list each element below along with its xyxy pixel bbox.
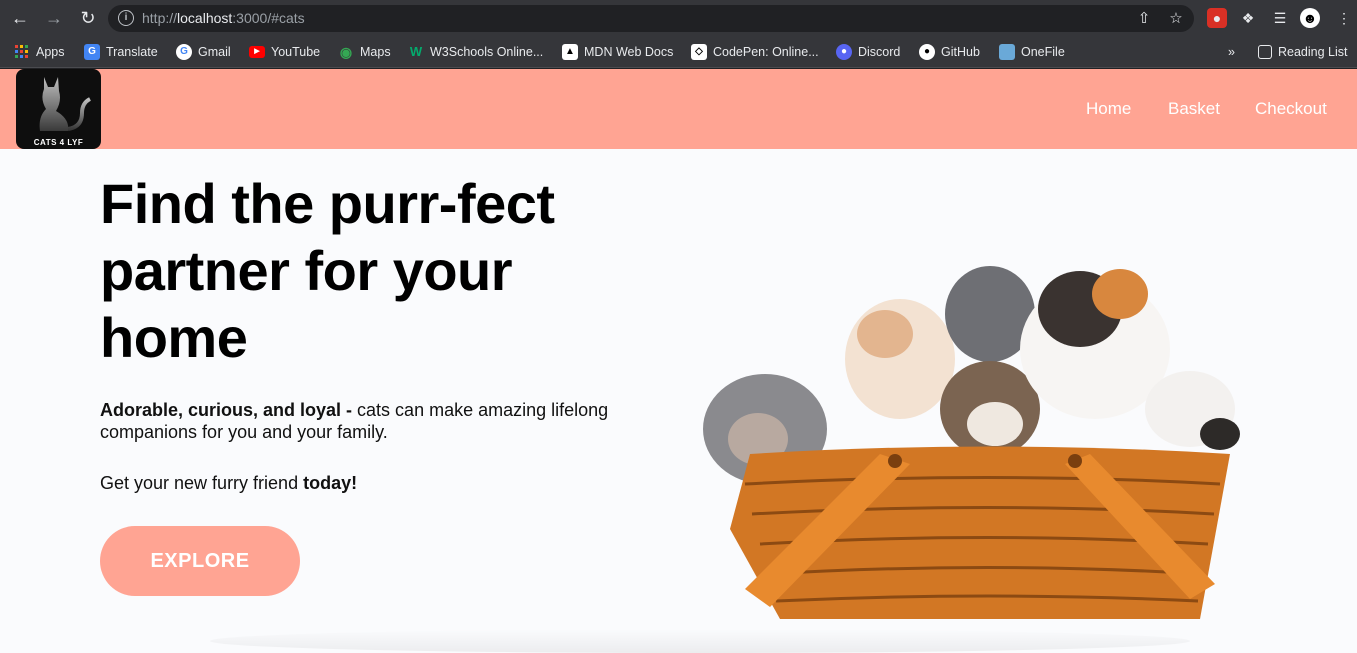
bookmark-label: Gmail bbox=[198, 45, 231, 59]
bookmark-label: CodePen: Online... bbox=[713, 45, 819, 59]
bookmark-gmail[interactable]: G Gmail bbox=[176, 42, 231, 62]
url-path: :3000/#cats bbox=[232, 10, 305, 26]
back-arrow-icon[interactable]: ← bbox=[8, 6, 32, 30]
address-bar[interactable]: i http://localhost:3000/#cats ⇧ ☆ bbox=[108, 5, 1194, 32]
hero-cta-text: Get your new furry friend today! bbox=[100, 473, 357, 494]
reading-list-label: Reading List bbox=[1278, 45, 1348, 59]
nav-home-link[interactable]: Home bbox=[1086, 99, 1131, 119]
url-scheme: http:// bbox=[142, 10, 178, 26]
bookmark-star-icon[interactable]: ☆ bbox=[1166, 9, 1186, 29]
bookmark-apps[interactable]: Apps bbox=[14, 42, 65, 62]
bookmark-codepen[interactable]: ◇ CodePen: Online... bbox=[691, 42, 819, 62]
bookmark-w3schools[interactable]: W W3Schools Online... bbox=[408, 42, 543, 62]
mdn-icon: ▲ bbox=[562, 44, 578, 60]
bookmark-youtube[interactable]: ▶ YouTube bbox=[249, 42, 320, 62]
translate-icon: G bbox=[84, 44, 100, 60]
reading-list-button[interactable]: Reading List bbox=[1258, 42, 1348, 62]
bookmarks-overflow-button[interactable]: » bbox=[1228, 42, 1235, 62]
site-info-icon[interactable]: i bbox=[118, 10, 134, 26]
bookmark-github[interactable]: ● GitHub bbox=[919, 42, 980, 62]
hero-divider-shadow bbox=[210, 629, 1190, 653]
explore-button[interactable]: EXPLORE bbox=[100, 526, 300, 596]
kittens-basket-image bbox=[703, 266, 1240, 619]
bookmark-mdn[interactable]: ▲ MDN Web Docs bbox=[562, 42, 673, 62]
bookmark-label: W3Schools Online... bbox=[430, 45, 544, 59]
codepen-icon: ◇ bbox=[691, 44, 707, 60]
github-icon: ● bbox=[919, 44, 935, 60]
url-text[interactable]: http://localhost:3000/#cats bbox=[142, 10, 305, 26]
nav-checkout-link[interactable]: Checkout bbox=[1255, 99, 1327, 119]
site-logo[interactable]: CATS 4 LYF bbox=[16, 69, 101, 149]
w3schools-icon: W bbox=[409, 44, 423, 59]
nav-basket-link[interactable]: Basket bbox=[1168, 99, 1220, 119]
page-viewport: CATS 4 LYF Home Basket Checkout Find the… bbox=[0, 69, 1357, 653]
bookmark-maps[interactable]: ◉ Maps bbox=[338, 42, 391, 62]
hero-subtitle: Adorable, curious, and loyal - cats can … bbox=[100, 399, 620, 443]
bookmarks-bar: Apps G Translate G Gmail ▶ YouTube ◉ Map… bbox=[0, 36, 1357, 68]
browser-toolbar: ← → ↻ i http://localhost:3000/#cats ⇧ ☆ … bbox=[0, 0, 1357, 36]
bookmark-label: Translate bbox=[106, 45, 158, 59]
bookmark-translate[interactable]: G Translate bbox=[84, 42, 158, 62]
cat-silhouette-icon bbox=[39, 77, 91, 131]
bookmark-label: GitHub bbox=[941, 45, 980, 59]
profile-avatar[interactable]: ☻ bbox=[1300, 8, 1320, 28]
discord-icon: ● bbox=[836, 44, 852, 60]
extension-red-icon[interactable]: ● bbox=[1207, 8, 1227, 28]
hero-title: Find the purr-fect partner for your home bbox=[100, 172, 555, 369]
logo-text: CATS 4 LYF bbox=[33, 138, 84, 147]
hero-subtitle-bold: Adorable, curious, and loyal - bbox=[100, 400, 353, 420]
apps-grid-icon bbox=[15, 45, 28, 58]
url-host: localhost bbox=[177, 10, 233, 26]
onefile-icon bbox=[999, 44, 1015, 60]
reading-list-icon bbox=[1258, 45, 1272, 59]
bookmark-discord[interactable]: ● Discord bbox=[836, 42, 900, 62]
share-icon[interactable]: ⇧ bbox=[1134, 9, 1154, 29]
bookmark-label: Apps bbox=[36, 45, 65, 59]
bookmark-onefile[interactable]: OneFile bbox=[999, 42, 1065, 62]
forward-arrow-icon[interactable]: → bbox=[42, 6, 66, 30]
cta-text-bold: today! bbox=[303, 473, 358, 493]
media-queue-icon[interactable]: ☰ bbox=[1270, 8, 1290, 28]
maps-pin-icon: ◉ bbox=[339, 44, 353, 60]
overflow-label: » bbox=[1228, 45, 1235, 59]
extensions-puzzle-icon[interactable]: ❖ bbox=[1238, 8, 1258, 28]
bookmark-label: Discord bbox=[858, 45, 901, 59]
cta-text: Get your new furry friend bbox=[100, 473, 304, 493]
menu-kebab-icon[interactable]: ⋮ bbox=[1334, 8, 1354, 28]
bookmark-label: MDN Web Docs bbox=[584, 45, 674, 59]
reload-icon[interactable]: ↻ bbox=[76, 6, 100, 30]
google-icon: G bbox=[176, 44, 192, 60]
bookmark-label: Maps bbox=[360, 45, 391, 59]
bookmark-label: YouTube bbox=[271, 45, 321, 59]
site-header: CATS 4 LYF Home Basket Checkout bbox=[0, 69, 1357, 149]
bookmark-label: OneFile bbox=[1021, 45, 1065, 59]
youtube-icon: ▶ bbox=[249, 46, 265, 58]
